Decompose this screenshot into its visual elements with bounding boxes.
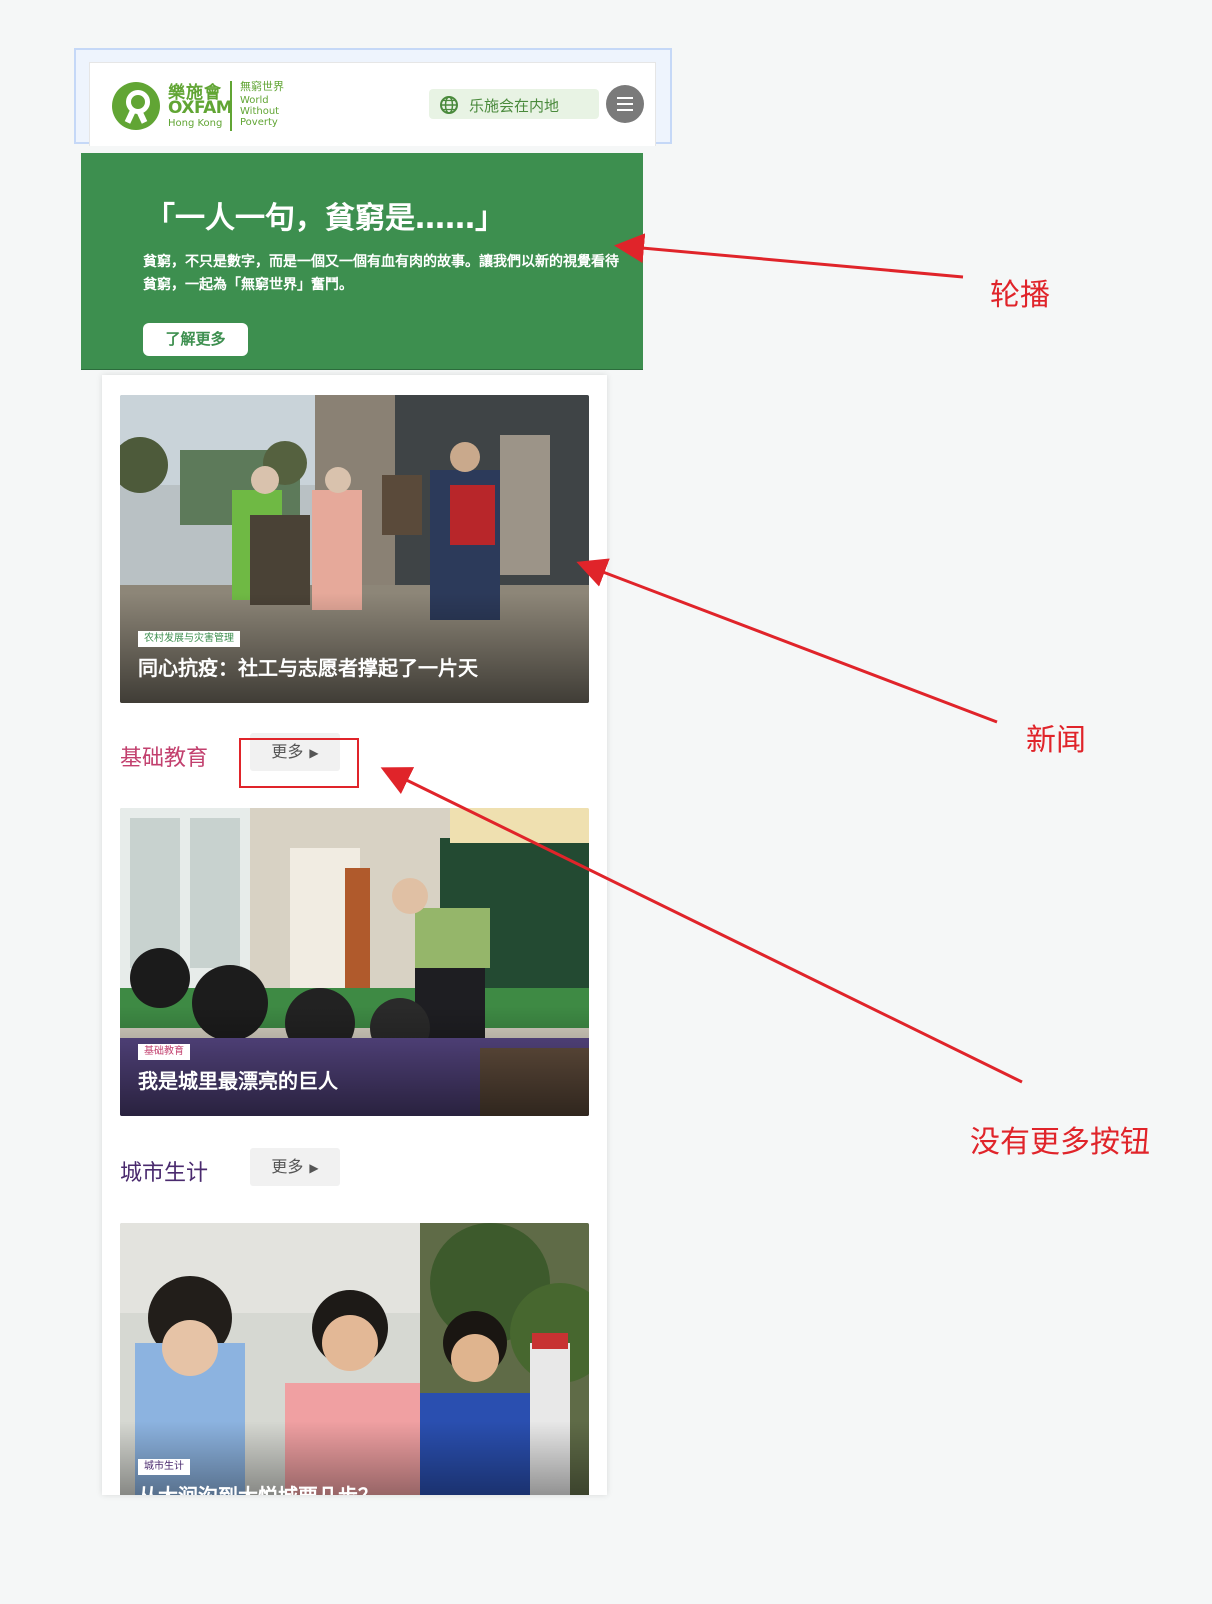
arrow-news [576, 558, 998, 724]
arrow-no-more [380, 767, 1023, 1084]
annotation-carousel: 轮播 [990, 278, 1050, 313]
arrow-carousel [614, 233, 964, 279]
annotation-no-more: 没有更多按钮 [970, 1125, 1150, 1160]
annotation-arrows [380, 233, 1023, 1084]
annotation-news: 新闻 [1026, 723, 1086, 758]
